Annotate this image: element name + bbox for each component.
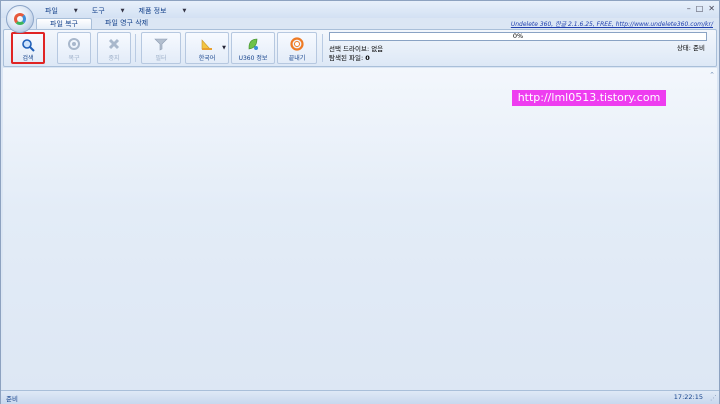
- u360-info-button-label: U360 정보: [238, 55, 268, 62]
- app-window: 파일 ▼ 도구 ▼ 제품 정보 ▼ – □ ✕ 파일 복구 파일 영구 삭제 U…: [0, 0, 720, 404]
- tab-permanent-delete[interactable]: 파일 영구 삭제: [92, 18, 161, 29]
- stop-button[interactable]: 중지: [97, 32, 131, 64]
- chevron-down-icon: ▼: [73, 7, 78, 14]
- menu-tools[interactable]: 도구 ▼: [92, 5, 139, 16]
- language-button-label: 한국어: [198, 55, 216, 62]
- u360-info-button[interactable]: U360 정보: [231, 32, 275, 64]
- progress-percent: 0%: [512, 32, 524, 40]
- app-logo-icon: [14, 13, 26, 25]
- recover-icon: [65, 35, 83, 53]
- found-files-text: 탐색된 파일: 0: [329, 52, 370, 62]
- ribbon-tabs: 파일 복구 파일 영구 삭제: [36, 18, 161, 29]
- exit-button-label: 끝내기: [288, 55, 306, 62]
- window-controls: – □ ✕: [687, 4, 715, 13]
- menu-tools-label: 도구: [91, 6, 105, 15]
- found-files-count: 0: [365, 54, 370, 62]
- search-icon: [19, 36, 37, 53]
- toolbar-separator: [322, 34, 323, 62]
- resize-grip-icon[interactable]: ⋰: [710, 394, 717, 402]
- language-button[interactable]: 한국어 ▼: [185, 32, 229, 64]
- status-bar: 준비 17:22:15 ⋰: [1, 390, 719, 404]
- scan-progress-bar: 0%: [329, 32, 707, 41]
- chevron-down-icon: ▼: [120, 7, 125, 14]
- search-button[interactable]: 검색: [11, 32, 45, 64]
- app-menu-orb-icon[interactable]: [6, 5, 34, 33]
- info-icon: [244, 35, 262, 53]
- search-button-label: 검색: [22, 55, 34, 62]
- exit-button[interactable]: 끝내기: [277, 32, 317, 64]
- recover-button[interactable]: 복구: [57, 32, 91, 64]
- menu-product-info-label: 제품 정보: [138, 6, 167, 15]
- filter-icon: [152, 35, 170, 53]
- collapse-arrow-icon[interactable]: ⌃: [709, 71, 715, 79]
- chevron-down-icon: ▼: [182, 7, 187, 14]
- filter-button-label: 필터: [155, 55, 167, 62]
- menu-bar: 파일 ▼ 도구 ▼ 제품 정보 ▼: [45, 5, 200, 16]
- product-website-link[interactable]: Undelete 360, 한글 2.1.6.25, FREE, http://…: [511, 19, 713, 28]
- filter-button[interactable]: 필터: [141, 32, 181, 64]
- minimize-button[interactable]: –: [687, 4, 691, 13]
- watermark-text: http://lml0513.tistory.com: [512, 90, 666, 106]
- status-text: 상태: 준비: [676, 44, 705, 52]
- status-bar-ready: 준비: [6, 395, 18, 403]
- menu-file-label: 파일: [45, 6, 58, 15]
- restore-button[interactable]: □: [696, 4, 704, 13]
- menu-product-info[interactable]: 제품 정보 ▼: [139, 5, 201, 16]
- stop-icon: [105, 35, 123, 53]
- found-files-label: 탐색된 파일:: [329, 54, 364, 62]
- title-bar: 파일 ▼ 도구 ▼ 제품 정보 ▼ – □ ✕: [1, 1, 719, 18]
- language-icon: [198, 35, 216, 53]
- close-button[interactable]: ✕: [708, 4, 715, 13]
- chevron-down-icon: ▼: [222, 45, 226, 51]
- exit-icon: [288, 35, 306, 53]
- main-content-area: [3, 68, 717, 390]
- status-bar-clock: 17:22:15: [673, 393, 703, 401]
- toolbar-separator: [135, 34, 136, 62]
- stop-button-label: 중지: [108, 55, 120, 62]
- tab-file-recovery[interactable]: 파일 복구: [36, 18, 92, 29]
- recover-button-label: 복구: [68, 55, 80, 62]
- menu-file[interactable]: 파일 ▼: [45, 5, 92, 16]
